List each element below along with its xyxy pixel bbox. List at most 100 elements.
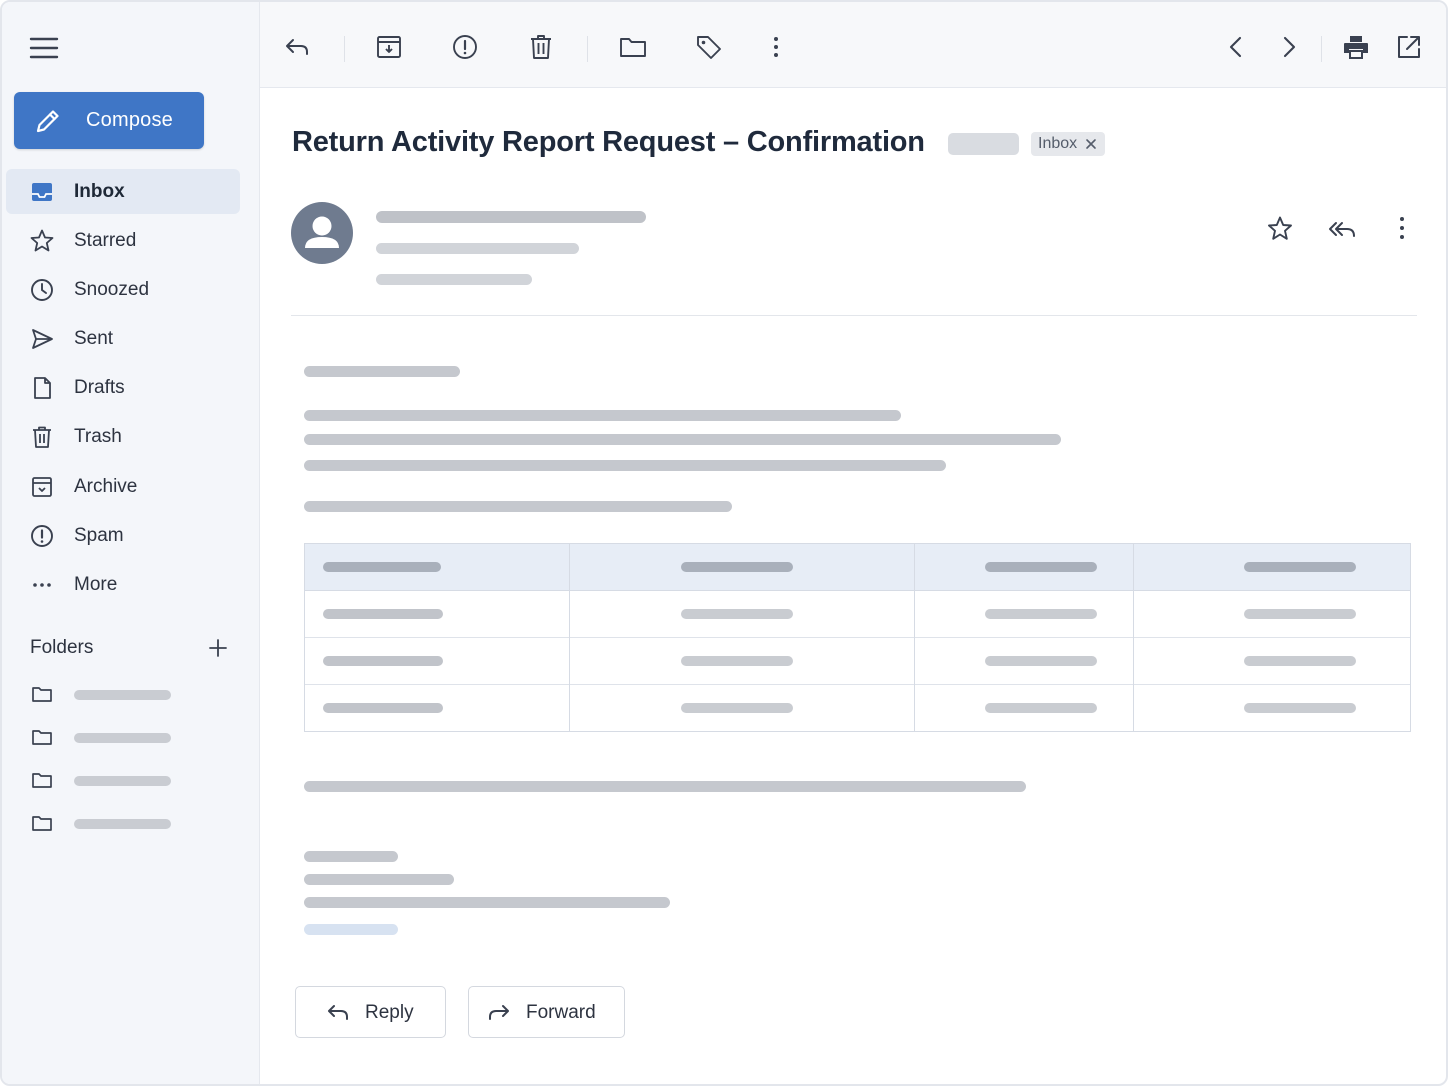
folder-icon — [32, 687, 52, 702]
toolbar-separator — [1321, 36, 1322, 62]
sidebar-item-label: Spam — [74, 525, 124, 546]
more-horizontal-icon — [33, 583, 51, 587]
table-column-divider — [569, 544, 570, 731]
clock-icon — [31, 279, 53, 301]
signature-title-placeholder — [304, 897, 670, 908]
table-cell — [323, 656, 443, 666]
folder-item[interactable] — [30, 723, 230, 751]
reply-icon — [328, 1005, 348, 1020]
sidebar-item-label: Archive — [74, 476, 138, 497]
sidebar-item-sent[interactable]: Sent — [6, 316, 240, 361]
toolbar-separator — [587, 36, 588, 62]
table-cell — [985, 656, 1097, 666]
folder-icon — [32, 816, 52, 831]
inbox-label-chip: Inbox — [1031, 132, 1106, 156]
sender-name-placeholder — [376, 211, 646, 223]
folder-icon — [32, 773, 52, 788]
reply-button[interactable]: Reply — [295, 986, 446, 1038]
folder-name-placeholder — [74, 733, 171, 743]
body-line-placeholder — [304, 434, 1061, 445]
open-in-new-window-icon[interactable] — [1394, 32, 1424, 62]
spam-icon[interactable] — [450, 32, 480, 62]
sidebar-item-label: Starred — [74, 230, 137, 251]
sender-avatar — [291, 202, 353, 264]
back-icon[interactable] — [282, 32, 312, 62]
recipient-placeholder — [376, 274, 532, 285]
archive-icon — [32, 477, 52, 497]
sidebar-item-archive[interactable]: Archive — [6, 464, 240, 509]
table-cell — [681, 703, 793, 713]
sidebar-item-label: Trash — [74, 426, 122, 447]
folder-item[interactable] — [30, 680, 230, 708]
folder-icon — [32, 730, 52, 745]
table-header-cell — [323, 562, 441, 572]
table-row-divider — [305, 637, 1410, 638]
label-icon[interactable] — [694, 32, 724, 62]
remove-label-icon[interactable] — [1085, 138, 1097, 150]
sidebar-item-spam[interactable]: Spam — [6, 513, 240, 558]
sidebar-item-snoozed[interactable]: Snoozed — [6, 267, 240, 312]
sidebar-item-more[interactable]: More — [6, 562, 240, 607]
folders-heading: Folders — [30, 637, 94, 658]
signoff-placeholder — [304, 851, 398, 862]
sidebar-item-inbox[interactable]: Inbox — [6, 169, 240, 214]
message-toolbar — [260, 2, 1446, 88]
table-cell — [323, 703, 443, 713]
archive-icon[interactable] — [374, 32, 404, 62]
inbox-icon — [32, 183, 52, 201]
star-icon[interactable] — [1265, 214, 1295, 244]
compose-button[interactable]: Compose — [14, 92, 204, 149]
body-line-placeholder — [304, 460, 946, 471]
sidebar-item-label: Snoozed — [74, 279, 150, 300]
folder-item[interactable] — [30, 809, 230, 837]
reply-all-icon[interactable] — [1327, 214, 1357, 244]
header-divider — [291, 315, 1417, 316]
signature-link-placeholder — [304, 924, 398, 935]
draft-icon — [34, 377, 51, 399]
sender-email-placeholder — [376, 243, 579, 254]
sidebar-item-drafts[interactable]: Drafts — [6, 365, 240, 410]
table-header-cell — [1244, 562, 1356, 572]
trash-icon[interactable] — [526, 32, 556, 62]
folder-name-placeholder — [74, 690, 171, 700]
sidebar-item-starred[interactable]: Starred — [6, 218, 240, 263]
sidebar-item-label: Sent — [74, 328, 114, 349]
add-folder-icon[interactable] — [206, 636, 230, 660]
forward-button[interactable]: Forward — [468, 986, 625, 1038]
next-icon[interactable] — [1274, 32, 1304, 62]
table-row-divider — [305, 684, 1410, 685]
more-vertical-icon[interactable] — [761, 32, 791, 62]
greeting-placeholder — [304, 366, 460, 377]
table-column-divider — [914, 544, 915, 731]
star-icon — [30, 229, 54, 252]
sidebar-item-trash[interactable]: Trash — [6, 414, 240, 459]
table-header-cell — [985, 562, 1097, 572]
message-subject: Return Activity Report Request – Confirm… — [292, 126, 925, 158]
move-to-folder-icon[interactable] — [618, 32, 648, 62]
body-line-placeholder — [304, 781, 1026, 792]
sidebar: Compose Inbox Starred Snoozed Sent Draft… — [2, 2, 260, 1084]
table-cell — [681, 609, 793, 619]
report-table — [304, 543, 1411, 732]
table-cell — [323, 609, 443, 619]
body-line-placeholder — [304, 501, 732, 512]
pencil-icon — [36, 110, 59, 133]
folder-item[interactable] — [30, 766, 230, 794]
more-vertical-icon[interactable] — [1387, 214, 1417, 244]
reply-label: Reply — [365, 1002, 414, 1023]
forward-label: Forward — [526, 1002, 596, 1023]
table-cell — [1244, 609, 1356, 619]
table-header-cell — [681, 562, 793, 572]
sidebar-item-label: Inbox — [74, 181, 125, 202]
previous-icon[interactable] — [1221, 32, 1251, 62]
table-cell — [1244, 656, 1356, 666]
send-icon — [32, 329, 53, 349]
print-icon[interactable] — [1341, 32, 1371, 62]
trash-icon — [33, 426, 51, 448]
table-cell — [985, 703, 1097, 713]
sidebar-item-label: More — [74, 574, 118, 595]
table-cell — [985, 609, 1097, 619]
menu-icon[interactable] — [28, 34, 60, 62]
compose-label: Compose — [86, 109, 173, 131]
spam-icon — [31, 525, 53, 547]
